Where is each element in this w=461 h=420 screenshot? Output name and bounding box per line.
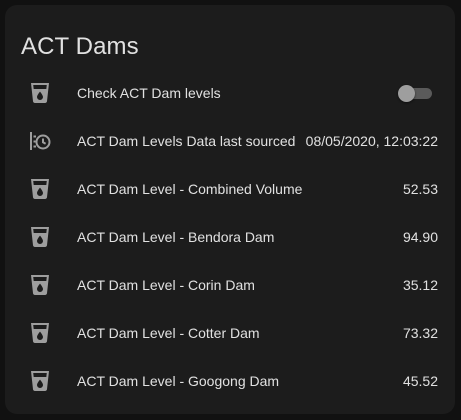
entity-row-bendora-dam[interactable]: ACT Dam Level - Bendora Dam 94.90 <box>5 217 455 257</box>
entity-row-check-dam-levels[interactable]: Check ACT Dam levels <box>5 73 455 113</box>
entity-value: 45.52 <box>402 373 438 389</box>
entity-row-googong-dam[interactable]: ACT Dam Level - Googong Dam 45.52 <box>5 361 455 401</box>
entity-row-data-last-sourced[interactable]: ACT Dam Levels Data last sourced 08/05/2… <box>5 121 455 161</box>
entity-value: 08/05/2020, 12:03:22 <box>305 133 438 149</box>
entity-label: ACT Dam Level - Cotter Dam <box>77 325 260 341</box>
entity-row-combined-volume[interactable]: ACT Dam Level - Combined Volume 52.53 <box>5 169 455 209</box>
cup-water-icon <box>28 273 52 297</box>
cup-water-icon <box>28 369 52 393</box>
entity-row-cotter-dam[interactable]: ACT Dam Level - Cotter Dam 73.32 <box>5 313 455 353</box>
entity-label: ACT Dam Level - Googong Dam <box>77 373 280 389</box>
entity-value: 94.90 <box>402 229 438 245</box>
entity-label: ACT Dam Level - Combined Volume <box>77 181 303 197</box>
timer-clock-icon <box>28 129 52 153</box>
cup-water-icon <box>28 177 52 201</box>
entity-value: 73.32 <box>402 325 438 341</box>
entity-value: 52.53 <box>402 181 438 197</box>
toggle-thumb[interactable] <box>398 85 415 102</box>
entity-label: ACT Dam Levels Data last sourced <box>77 133 296 149</box>
entities-card: ACT Dams Check ACT Dam levels ACT Dam Le… <box>5 5 455 414</box>
entity-row-corin-dam[interactable]: ACT Dam Level - Corin Dam 35.12 <box>5 265 455 305</box>
cup-water-icon <box>28 81 52 105</box>
toggle-switch[interactable] <box>398 85 434 102</box>
entity-label: ACT Dam Level - Corin Dam <box>77 277 255 293</box>
cup-water-icon <box>28 225 52 249</box>
entity-label: Check ACT Dam levels <box>77 85 221 101</box>
cup-water-icon <box>28 321 52 345</box>
entity-value: 35.12 <box>402 277 438 293</box>
card-title: ACT Dams <box>21 33 139 60</box>
entity-label: ACT Dam Level - Bendora Dam <box>77 229 275 245</box>
